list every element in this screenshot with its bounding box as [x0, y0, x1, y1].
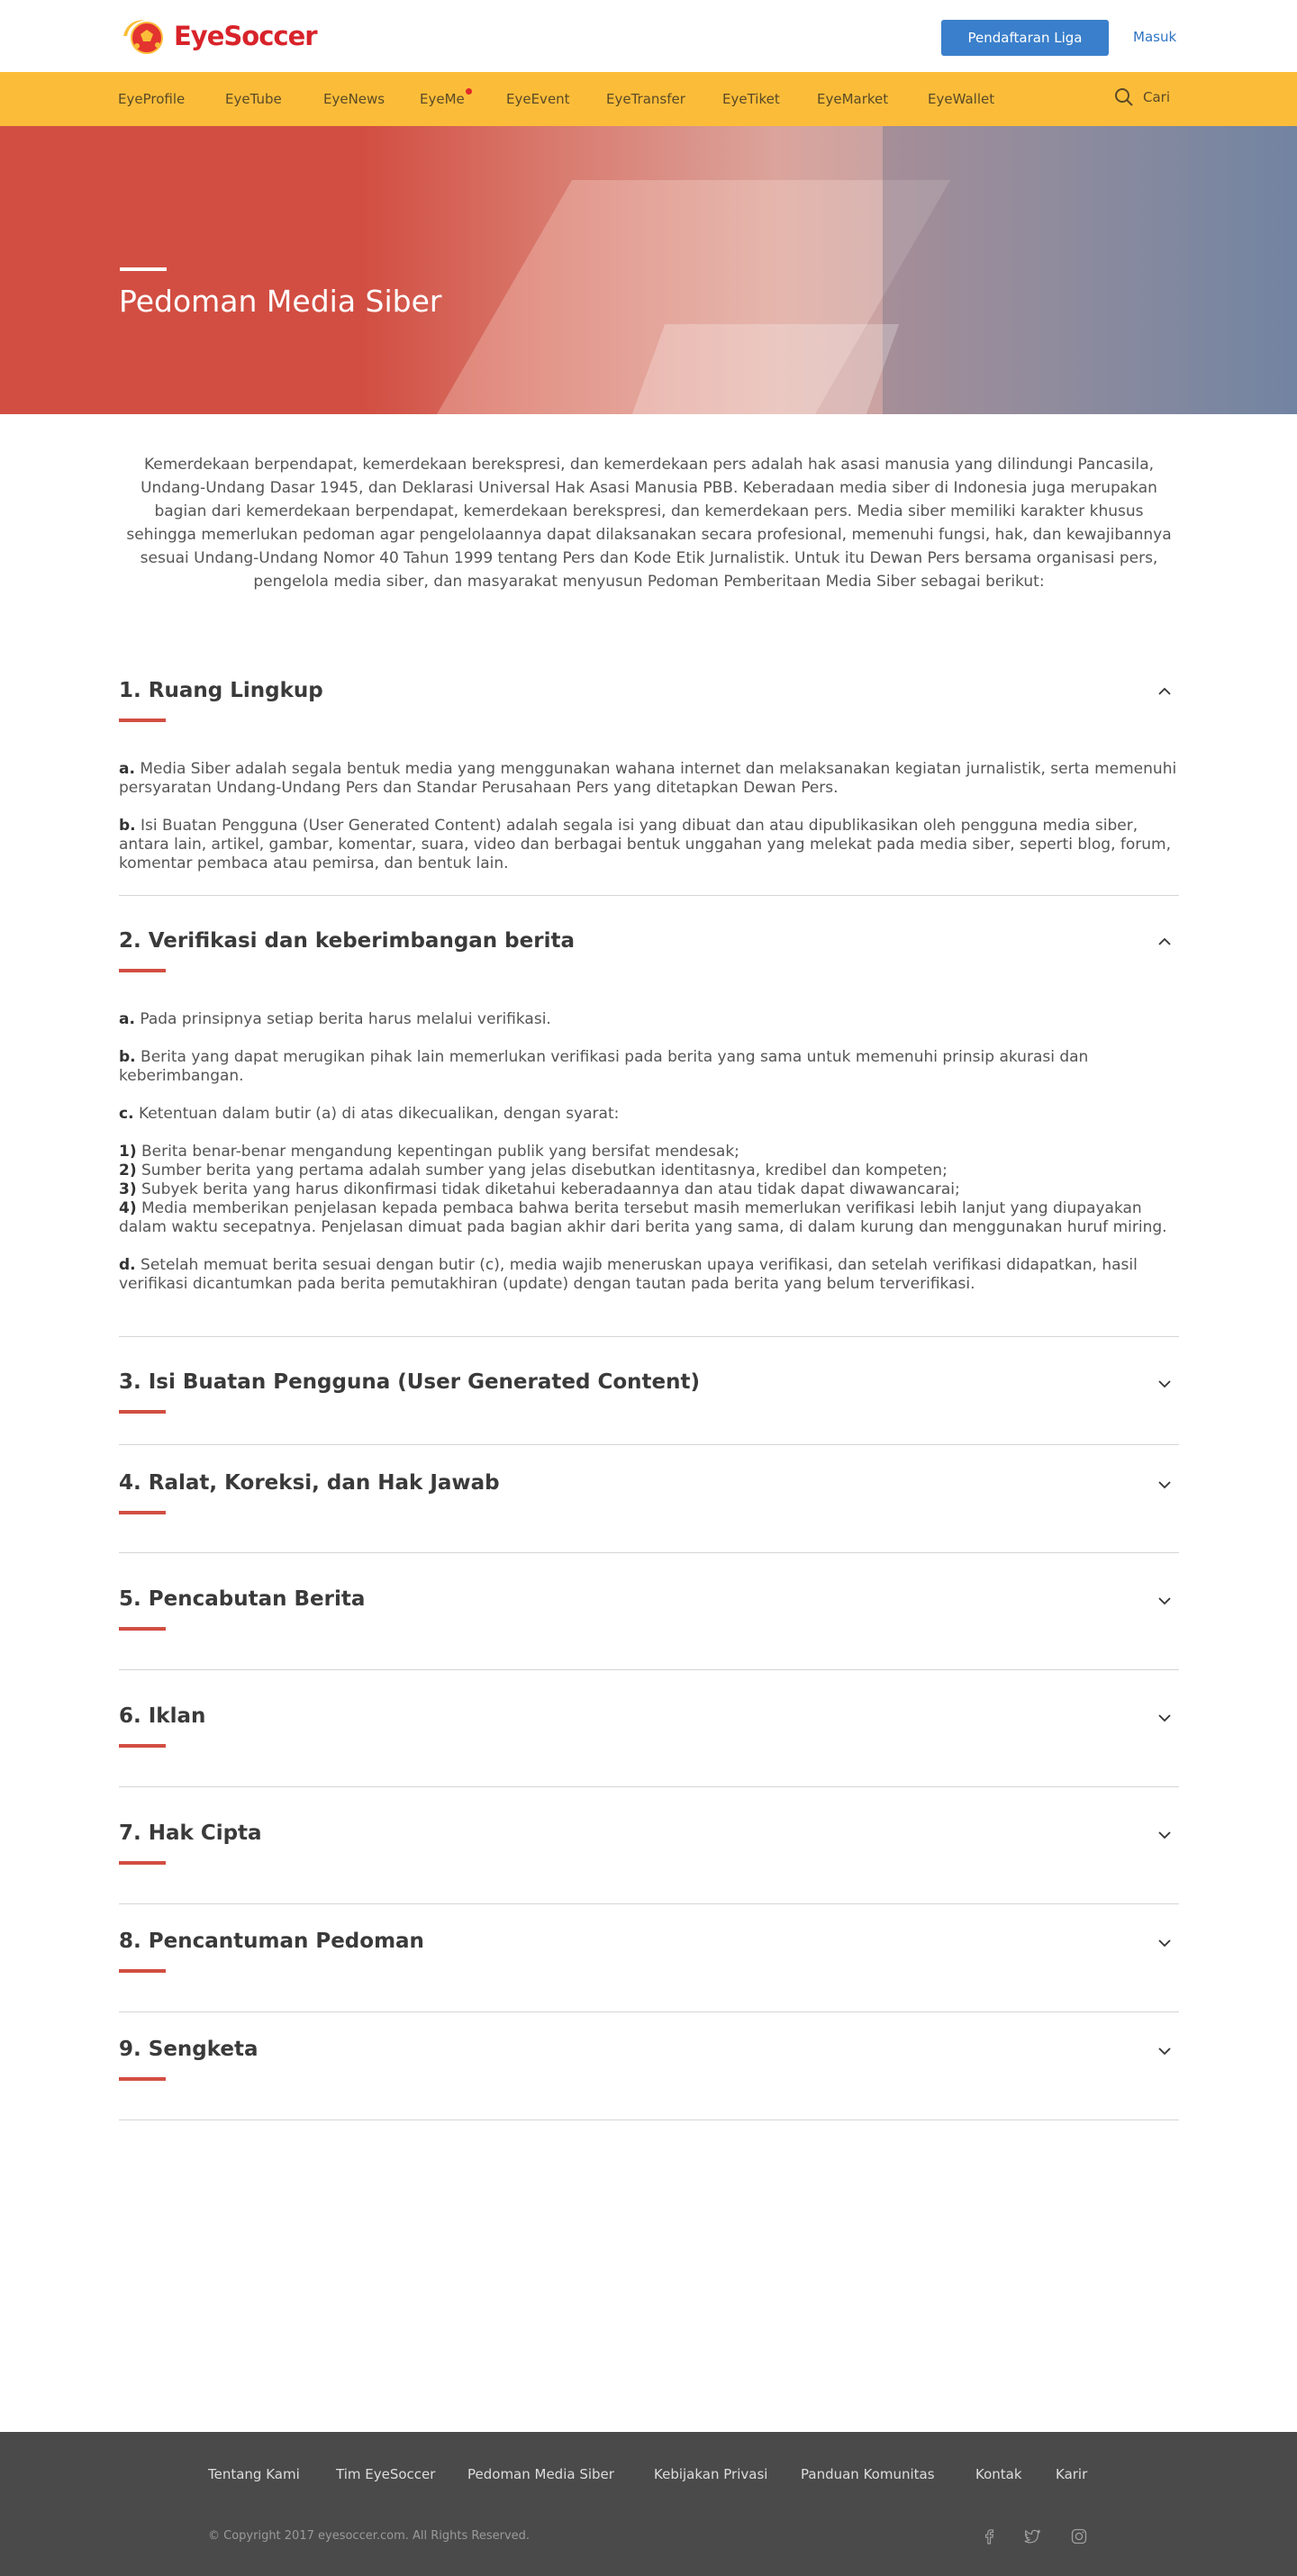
footer-link-contact[interactable]: Kontak [975, 2466, 1022, 2482]
search-icon [1115, 88, 1133, 106]
login-link[interactable]: Masuk [1133, 29, 1176, 45]
hero-banner: Pedoman Media Siber [0, 126, 1297, 414]
chevron-down-icon[interactable] [1157, 1936, 1172, 1950]
accordion-header-8[interactable]: 8. Pencantuman Pedoman [119, 1930, 424, 1953]
list-item: b. Isi Buatan Pengguna (User Generated C… [119, 817, 1172, 872]
chevron-down-icon[interactable] [1157, 1594, 1172, 1608]
footer-link-team[interactable]: Tim EyeSoccer [336, 2466, 435, 2482]
accordion-section-3[interactable]: 3. Isi Buatan Pengguna (User Generated C… [119, 1337, 1179, 1445]
search-button[interactable]: Cari [1114, 87, 1170, 107]
list-item: a. Media Siber adalah segala bentuk medi… [119, 760, 1177, 797]
section-underline [119, 1410, 166, 1414]
intro-paragraph: Kemerdekaan berpendapat, kemerdekaan ber… [126, 456, 1172, 591]
sub-list: 1) Berita benar-benar mengandung kepenti… [119, 1143, 1179, 1237]
nav-item-eyetube[interactable]: EyeTube [225, 91, 282, 107]
footer-link-guidelines[interactable]: Pedoman Media Siber [467, 2466, 614, 2482]
chevron-up-icon[interactable] [1157, 684, 1172, 699]
section-underline [119, 1861, 166, 1865]
chevron-down-icon[interactable] [1157, 1377, 1172, 1391]
soccer-ball-logo-icon [123, 20, 163, 54]
nav-item-eyewallet[interactable]: EyeWallet [928, 91, 994, 107]
nav-item-eyeme[interactable]: EyeMe [420, 88, 472, 107]
accordion-header-1[interactable]: 1. Ruang Lingkup [119, 679, 323, 702]
facebook-icon[interactable] [980, 2527, 998, 2545]
sub-list-item: 4) Media memberikan penjelasan kepada pe… [119, 1199, 1167, 1236]
footer-link-about[interactable]: Tentang Kami [208, 2466, 300, 2482]
accordion-header-5[interactable]: 5. Pencabutan Berita [119, 1587, 365, 1611]
list-item: d. Setelah memuat berita sesuai dengan b… [119, 1256, 1138, 1293]
footer-link-privacy[interactable]: Kebijakan Privasi [654, 2466, 767, 2482]
nav-item-eyetiket[interactable]: EyeTiket [722, 91, 780, 107]
chevron-down-icon[interactable] [1157, 1711, 1172, 1725]
footer-link-community[interactable]: Panduan Komunitas [801, 2466, 935, 2482]
section-underline [119, 1627, 166, 1631]
list-item: b. Berita yang dapat merugikan pihak lai… [119, 1048, 1089, 1085]
chevron-down-icon[interactable] [1157, 1478, 1172, 1492]
nav-item-eyetransfer[interactable]: EyeTransfer [606, 91, 685, 107]
accordion-section-9[interactable]: 9. Sengketa [119, 2012, 1179, 2120]
section-underline [119, 719, 166, 722]
search-label: Cari [1143, 89, 1170, 105]
section-underline [119, 969, 166, 972]
list-item: a. Pada prinsipnya setiap berita harus m… [119, 1010, 551, 1028]
accordion-section-5[interactable]: 5. Pencabutan Berita [119, 1553, 1179, 1670]
instagram-icon[interactable] [1070, 2527, 1088, 2545]
section-underline [119, 2077, 166, 2081]
copyright-text: © Copyright 2017 eyesoccer.com. All Righ… [208, 2529, 531, 2543]
site-footer: Tentang Kami Tim EyeSoccer Pedoman Media… [0, 2432, 1297, 2576]
notification-dot [465, 88, 472, 95]
accordion-body-1: a. Media Siber adalah segala bentuk medi… [119, 760, 1179, 892]
nav-item-eyeprofile[interactable]: EyeProfile [118, 91, 185, 107]
chevron-up-icon[interactable] [1157, 935, 1172, 949]
main-nav: EyeProfile EyeTube EyeNews EyeMe EyeEven… [0, 72, 1297, 126]
accordion-header-6[interactable]: 6. Iklan [119, 1704, 205, 1728]
league-registration-button[interactable]: Pendaftaran Liga [941, 20, 1109, 56]
sub-list-item: 3) Subyek berita yang harus dikonfirmasi… [119, 1180, 960, 1198]
accordion-header-7[interactable]: 7. Hak Cipta [119, 1821, 262, 1845]
accordion-header-2[interactable]: 2. Verifikasi dan keberimbangan berita [119, 929, 575, 953]
nav-item-eyemarket[interactable]: EyeMarket [817, 91, 888, 107]
hero-image-keyboard [631, 324, 900, 414]
twitter-icon[interactable] [1023, 2527, 1041, 2545]
chevron-down-icon[interactable] [1157, 1828, 1172, 1842]
accordion-section-2: 2. Verifikasi dan keberimbangan berita a… [119, 896, 1179, 1337]
sub-list-item: 1) Berita benar-benar mengandung kepenti… [119, 1143, 739, 1161]
section-underline [119, 1969, 166, 1973]
accordion-body-2: a. Pada prinsipnya setiap berita harus m… [119, 1010, 1179, 1313]
logo[interactable]: EyeSoccer [118, 16, 318, 56]
accordion-section-4[interactable]: 4. Ralat, Koreksi, dan Hak Jawab [119, 1445, 1179, 1553]
hero-image-sleeve [883, 126, 1297, 414]
accordion-section-8[interactable]: 8. Pencantuman Pedoman [119, 1904, 1179, 2012]
logo-text: EyeSoccer [174, 21, 318, 51]
sub-list-item: 2) Sumber berita yang pertama adalah sum… [119, 1161, 948, 1180]
accordion-header-3[interactable]: 3. Isi Buatan Pengguna (User Generated C… [119, 1370, 700, 1394]
section-underline [119, 1511, 166, 1514]
page-title: Pedoman Media Siber [119, 284, 442, 319]
nav-item-eyenews[interactable]: EyeNews [323, 91, 385, 107]
chevron-down-icon[interactable] [1157, 2044, 1172, 2058]
top-header: EyeSoccer Pendaftaran Liga Masuk [0, 0, 1297, 72]
nav-item-eyeme-label: EyeMe [420, 91, 465, 107]
footer-link-careers[interactable]: Karir [1056, 2466, 1087, 2482]
accordion-header-9[interactable]: 9. Sengketa [119, 2038, 258, 2061]
section-underline [119, 1744, 166, 1748]
list-item: c. Ketentuan dalam butir (a) di atas dik… [119, 1105, 620, 1123]
accordion-section-1: 1. Ruang Lingkup a. Media Siber adalah s… [119, 648, 1179, 896]
accordion-section-6[interactable]: 6. Iklan [119, 1670, 1179, 1787]
accordion-section-7[interactable]: 7. Hak Cipta [119, 1787, 1179, 1904]
hero-title-underline [120, 267, 167, 271]
nav-item-eyeevent[interactable]: EyeEvent [506, 91, 570, 107]
accordion-header-4[interactable]: 4. Ralat, Koreksi, dan Hak Jawab [119, 1471, 500, 1495]
